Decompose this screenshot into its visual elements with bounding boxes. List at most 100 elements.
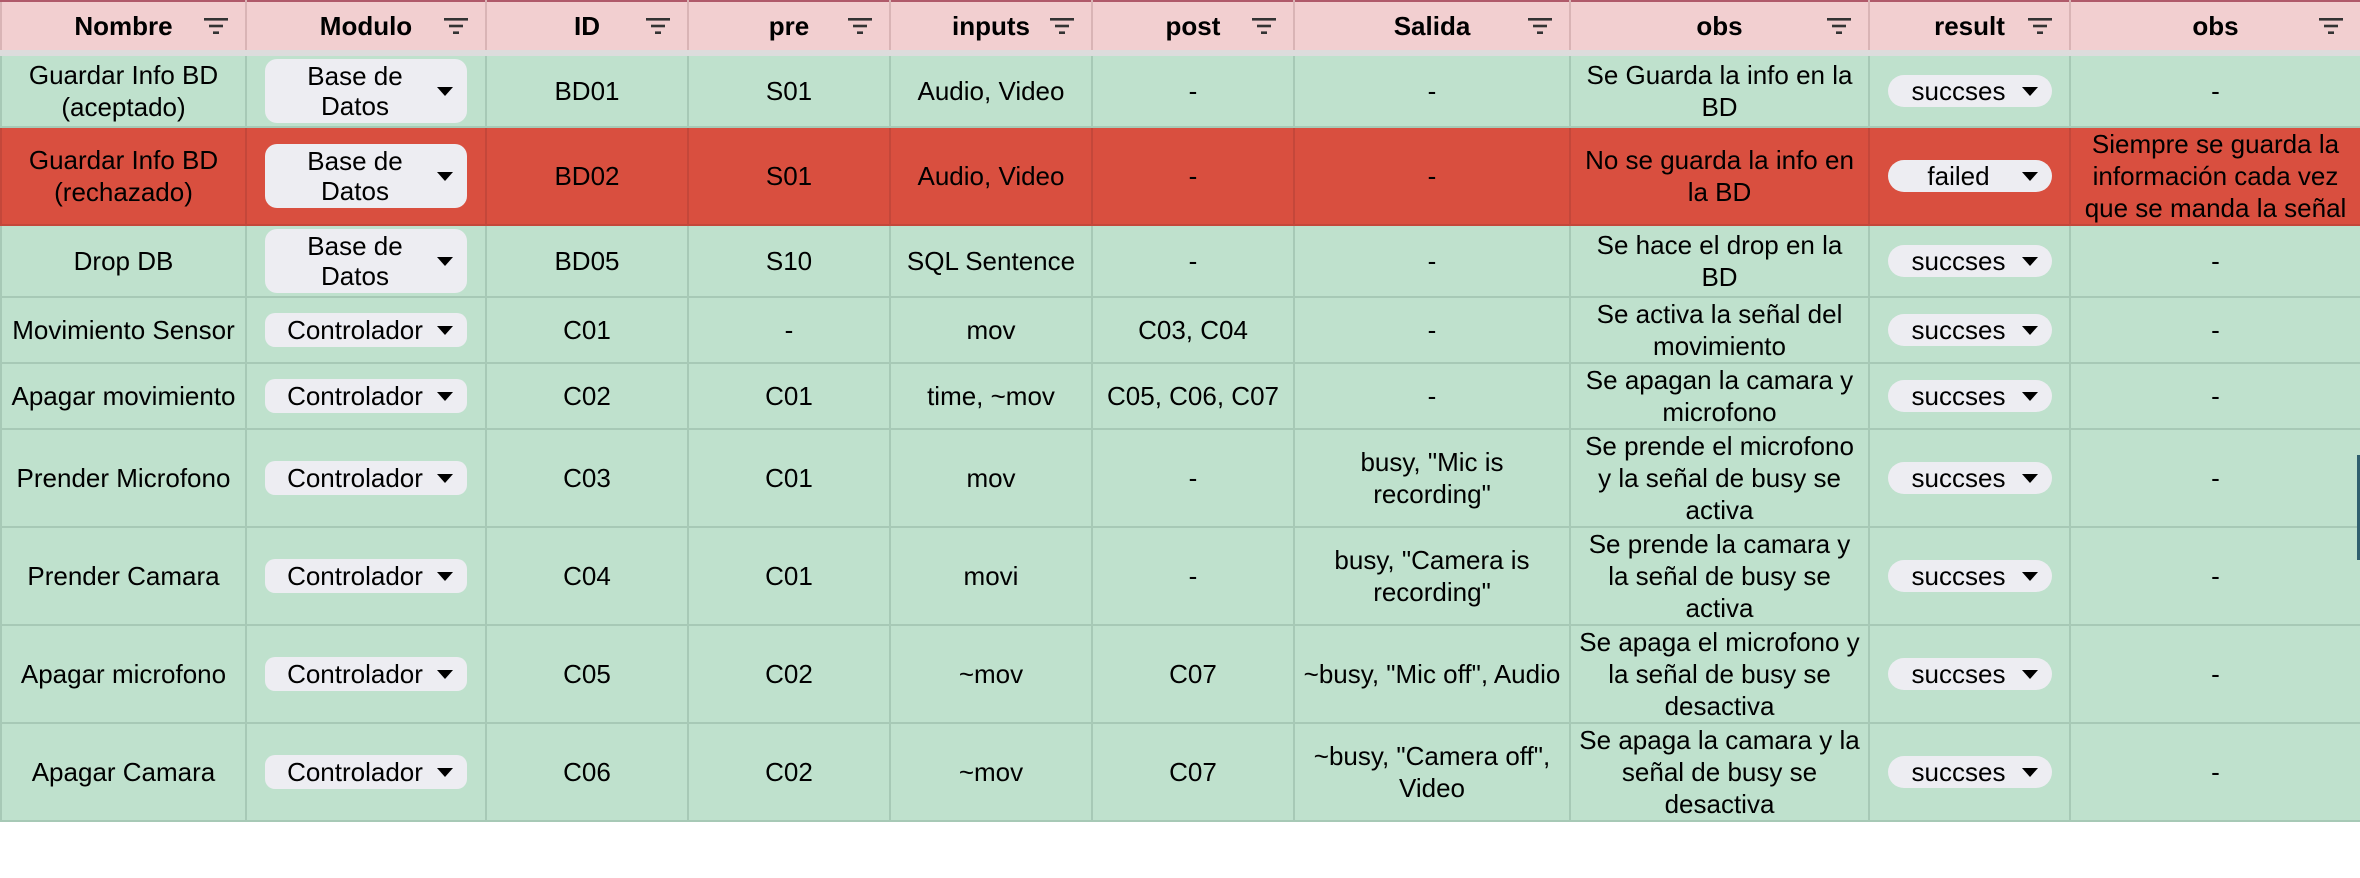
cell-post[interactable]: C03, C04 <box>1091 296 1295 364</box>
cell-post[interactable]: - <box>1091 526 1295 626</box>
cell-post[interactable]: C07 <box>1091 624 1295 724</box>
cell-obs2[interactable]: Siempre se guarda la información cada ve… <box>2069 126 2360 226</box>
cell-modulo[interactable]: Controlador <box>245 296 487 364</box>
result-dropdown[interactable]: succses <box>1887 658 2052 690</box>
cell-result[interactable]: succses <box>1868 296 2071 364</box>
filter-icon[interactable] <box>1251 16 1277 36</box>
cell-obs2[interactable]: - <box>2069 224 2360 298</box>
result-dropdown[interactable]: succses <box>1887 560 2052 592</box>
modulo-dropdown[interactable]: Base de Datos <box>265 144 467 208</box>
cell-id[interactable]: C02 <box>485 362 689 430</box>
filter-icon[interactable] <box>1826 16 1852 36</box>
result-dropdown[interactable]: succses <box>1887 756 2052 788</box>
cell-nombre[interactable]: Apagar Camara <box>0 722 247 822</box>
cell-obs2[interactable]: - <box>2069 526 2360 626</box>
cell-id[interactable]: C06 <box>485 722 689 822</box>
cell-obs[interactable]: Se prende el microfono y la señal de bus… <box>1569 428 1870 528</box>
cell-inputs[interactable]: ~mov <box>889 722 1093 822</box>
cell-pre[interactable]: S01 <box>687 126 891 226</box>
cell-result[interactable]: succses <box>1868 362 2071 430</box>
cell-result[interactable]: succses <box>1868 224 2071 298</box>
cell-salida[interactable]: ~busy, "Mic off", Audio <box>1293 624 1571 724</box>
cell-pre[interactable]: C01 <box>687 526 891 626</box>
cell-pre[interactable]: - <box>687 296 891 364</box>
cell-salida[interactable]: - <box>1293 52 1571 128</box>
cell-nombre[interactable]: Prender Camara <box>0 526 247 626</box>
modulo-dropdown[interactable]: Base de Datos <box>265 59 467 123</box>
filter-icon[interactable] <box>1527 16 1553 36</box>
cell-result[interactable]: failed <box>1868 126 2071 226</box>
column-header[interactable]: post <box>1091 0 1295 56</box>
cell-modulo[interactable]: Base de Datos <box>245 126 487 226</box>
cell-pre[interactable]: C01 <box>687 428 891 528</box>
cell-id[interactable]: BD02 <box>485 126 689 226</box>
cell-modulo[interactable]: Controlador <box>245 624 487 724</box>
cell-pre[interactable]: S01 <box>687 52 891 128</box>
cell-obs[interactable]: Se Guarda la info en la BD <box>1569 52 1870 128</box>
result-dropdown[interactable]: succses <box>1887 380 2052 412</box>
result-dropdown[interactable]: succses <box>1887 314 2052 346</box>
cell-inputs[interactable]: SQL Sentence <box>889 224 1093 298</box>
cell-salida[interactable]: busy, "Mic is recording" <box>1293 428 1571 528</box>
cell-pre[interactable]: C01 <box>687 362 891 430</box>
cell-post[interactable]: - <box>1091 126 1295 226</box>
cell-modulo[interactable]: Base de Datos <box>245 224 487 298</box>
cell-nombre[interactable]: Guardar Info BD (rechazado) <box>0 126 247 226</box>
cell-result[interactable]: succses <box>1868 526 2071 626</box>
cell-obs2[interactable]: - <box>2069 624 2360 724</box>
filter-icon[interactable] <box>203 16 229 36</box>
cell-modulo[interactable]: Controlador <box>245 428 487 528</box>
column-header[interactable]: ID <box>485 0 689 56</box>
cell-obs[interactable]: Se activa la señal del movimiento <box>1569 296 1870 364</box>
cell-obs[interactable]: No se guarda la info en la BD <box>1569 126 1870 226</box>
cell-inputs[interactable]: Audio, Video <box>889 126 1093 226</box>
filter-icon[interactable] <box>1049 16 1075 36</box>
modulo-dropdown[interactable]: Controlador <box>265 755 467 789</box>
cell-obs2[interactable]: - <box>2069 52 2360 128</box>
cell-nombre[interactable]: Apagar movimiento <box>0 362 247 430</box>
result-dropdown[interactable]: succses <box>1887 462 2052 494</box>
filter-icon[interactable] <box>645 16 671 36</box>
cell-modulo[interactable]: Controlador <box>245 526 487 626</box>
cell-post[interactable]: - <box>1091 52 1295 128</box>
column-header[interactable]: pre <box>687 0 891 56</box>
column-header[interactable]: inputs <box>889 0 1093 56</box>
cell-id[interactable]: C04 <box>485 526 689 626</box>
cell-salida[interactable]: - <box>1293 126 1571 226</box>
cell-obs[interactable]: Se prende la camara y la señal de busy s… <box>1569 526 1870 626</box>
cell-post[interactable]: C07 <box>1091 722 1295 822</box>
cell-nombre[interactable]: Movimiento Sensor <box>0 296 247 364</box>
result-dropdown[interactable]: failed <box>1887 160 2052 192</box>
column-header[interactable]: Modulo <box>245 0 487 56</box>
cell-obs2[interactable]: - <box>2069 362 2360 430</box>
cell-pre[interactable]: S10 <box>687 224 891 298</box>
cell-inputs[interactable]: Audio, Video <box>889 52 1093 128</box>
cell-salida[interactable]: - <box>1293 224 1571 298</box>
cell-post[interactable]: - <box>1091 428 1295 528</box>
column-header[interactable]: Salida <box>1293 0 1571 56</box>
cell-inputs[interactable]: mov <box>889 296 1093 364</box>
cell-result[interactable]: succses <box>1868 52 2071 128</box>
cell-nombre[interactable]: Apagar microfono <box>0 624 247 724</box>
cell-salida[interactable]: ~busy, "Camera off", Video <box>1293 722 1571 822</box>
cell-obs2[interactable]: - <box>2069 428 2360 528</box>
result-dropdown[interactable]: succses <box>1887 245 2052 277</box>
cell-post[interactable]: C05, C06, C07 <box>1091 362 1295 430</box>
cell-obs2[interactable]: - <box>2069 296 2360 364</box>
cell-pre[interactable]: C02 <box>687 722 891 822</box>
cell-id[interactable]: BD05 <box>485 224 689 298</box>
cell-inputs[interactable]: mov <box>889 428 1093 528</box>
cell-obs[interactable]: Se apaga la camara y la señal de busy se… <box>1569 722 1870 822</box>
cell-obs[interactable]: Se apagan la camara y microfono <box>1569 362 1870 430</box>
cell-salida[interactable]: - <box>1293 296 1571 364</box>
filter-icon[interactable] <box>2318 16 2344 36</box>
cell-nombre[interactable]: Guardar Info BD (aceptado) <box>0 52 247 128</box>
cell-inputs[interactable]: ~mov <box>889 624 1093 724</box>
cell-inputs[interactable]: movi <box>889 526 1093 626</box>
cell-result[interactable]: succses <box>1868 624 2071 724</box>
result-dropdown[interactable]: succses <box>1887 75 2052 107</box>
cell-nombre[interactable]: Drop DB <box>0 224 247 298</box>
cell-id[interactable]: C05 <box>485 624 689 724</box>
modulo-dropdown[interactable]: Controlador <box>265 313 467 347</box>
cell-salida[interactable]: - <box>1293 362 1571 430</box>
